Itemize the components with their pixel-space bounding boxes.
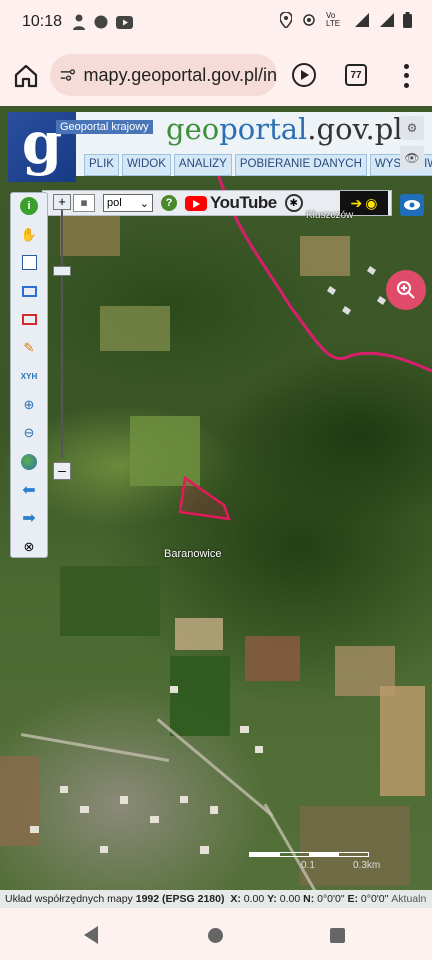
zoom-in-icon[interactable]: ⊕ — [18, 395, 40, 415]
admin-boundary-line — [208, 145, 432, 373]
zoom-out-icon[interactable]: ⊖ — [18, 423, 40, 443]
n-value: 0°0'0" — [317, 893, 345, 905]
zoom-track — [61, 208, 63, 458]
x-value: 0.00 — [243, 893, 265, 905]
url-text: mapy.geoportal.gov.pl/in — [83, 64, 277, 85]
more-menu-icon[interactable] — [398, 62, 414, 90]
portal-label: Geoportal krajowy — [56, 120, 153, 134]
zoom-knob[interactable] — [53, 266, 71, 276]
title-portal: portal — [219, 112, 308, 146]
settings-icon[interactable]: ⚙ — [400, 116, 424, 140]
n-label: N: — [303, 893, 315, 905]
print-icon[interactable]: ▦ — [73, 194, 95, 212]
signal-icon-2 — [380, 13, 394, 27]
site-settings-icon[interactable] — [60, 66, 76, 84]
status-bar: 10:18 Vo LTE — [0, 0, 432, 44]
scale-label-end: 0.3km — [353, 860, 381, 871]
right-side-controls: ⚙ 👁 — [400, 116, 428, 170]
notification-icons — [72, 14, 133, 30]
village-buildings — [327, 266, 386, 315]
info-icon[interactable]: i — [18, 196, 40, 216]
select-rect-red-icon[interactable] — [18, 310, 40, 330]
tab-switcher-button[interactable]: 77 — [345, 64, 367, 86]
legend-icon[interactable] — [18, 253, 40, 273]
home-icon[interactable] — [12, 62, 40, 90]
hotspot-icon — [303, 14, 315, 26]
battery-icon — [403, 12, 412, 28]
pan-hand-icon[interactable]: ✋ — [18, 224, 40, 244]
coord-system-label: Układ współrzędnych mapy — [5, 893, 133, 905]
accessibility-icon[interactable]: ✱ — [284, 194, 303, 212]
coord-extra: Aktualn — [391, 893, 427, 905]
address-bar[interactable]: mapy.geoportal.gov.pl/in — [50, 54, 277, 96]
town-label: Kluszczów — [306, 210, 354, 221]
language-select[interactable]: pol ⌄ — [103, 194, 153, 212]
menu-pobieranie-danych[interactable]: POBIERANIE DANYCH — [234, 154, 367, 176]
magnify-fab-icon[interactable] — [386, 270, 426, 310]
y-value: 0.00 — [279, 893, 301, 905]
youtube-label: YouTube — [210, 193, 277, 212]
eye-toggle-icon[interactable] — [400, 194, 424, 216]
scale-label-mid: 0.1 — [301, 860, 315, 871]
scale-bar: 0.1 0.3km — [249, 852, 380, 871]
coord-system-value: 1992 (EPSG 2180) — [135, 893, 225, 905]
language-value: pol — [107, 197, 122, 209]
home-circle-icon[interactable] — [208, 928, 223, 943]
visibility-icon[interactable]: 👁 — [400, 146, 424, 170]
title-domain: .gov.pl — [307, 112, 403, 146]
menu-plik[interactable]: PLIK — [84, 154, 119, 176]
zoom-minus-button[interactable]: – — [53, 462, 71, 480]
pencil-icon[interactable]: ✎ — [18, 338, 40, 358]
play-icon[interactable] — [291, 62, 317, 88]
youtube-link[interactable]: YouTube — [185, 193, 277, 213]
xyh-icon[interactable]: XYH — [18, 366, 40, 386]
map-view[interactable]: g Geoportal krajowy geoportal.gov.pl PLI… — [0, 106, 432, 908]
main-menu: PLIK WIDOK ANALIZY POBIERANIE DANYCH WYS… — [84, 154, 432, 176]
e-label: E: — [347, 893, 359, 905]
network-label: Vo LTE — [326, 11, 341, 28]
title-geo: geo — [166, 112, 220, 146]
forward-arrow-icon[interactable]: ➡ — [18, 508, 40, 528]
site-title: geoportal.gov.pl — [166, 112, 403, 146]
menu-analizy[interactable]: ANALIZY — [173, 154, 232, 176]
arrow-right-icon: ➔ — [350, 194, 363, 211]
signal-icon — [355, 13, 369, 27]
village-houses — [30, 686, 263, 854]
circle-icon — [94, 15, 108, 29]
menu-widok[interactable]: WIDOK — [121, 154, 171, 176]
e-value: 0°0'0" — [360, 893, 389, 905]
recents-icon[interactable] — [330, 928, 345, 943]
clock: 10:18 — [22, 13, 63, 30]
android-nav-bar — [0, 908, 432, 960]
y-label: Y: — [267, 893, 277, 905]
globe-icon[interactable] — [18, 452, 40, 472]
parcel-outline — [178, 475, 231, 521]
help-icon[interactable]: ? — [161, 195, 177, 211]
reset-icon[interactable]: ⊗ — [18, 537, 40, 557]
browser-toolbar: mapy.geoportal.gov.pl/in 77 — [0, 44, 432, 106]
tool-panel: i ✋ ✎ XYH ⊕ ⊖ ⬅ ➡ ⊗ — [10, 192, 48, 558]
youtube-icon — [185, 195, 207, 211]
coordinate-bar: Układ współrzędnych mapy 1992 (EPSG 2180… — [0, 890, 432, 908]
place-label: Baranowice — [164, 548, 222, 560]
zoom-plus-button[interactable]: + — [53, 194, 71, 210]
x-label: X: — [230, 893, 241, 905]
back-icon[interactable] — [84, 926, 98, 944]
back-arrow-icon[interactable]: ⬅ — [18, 480, 40, 500]
youtube-notif-icon — [116, 15, 133, 29]
person-icon — [73, 14, 85, 30]
zoom-slider[interactable]: + – — [53, 194, 71, 484]
chevron-down-icon: ⌄ — [139, 197, 149, 210]
location-icon — [280, 12, 292, 28]
select-rect-icon[interactable] — [18, 281, 40, 301]
system-icons: Vo LTE — [280, 12, 412, 28]
eye-icon: ◉ — [365, 194, 378, 211]
